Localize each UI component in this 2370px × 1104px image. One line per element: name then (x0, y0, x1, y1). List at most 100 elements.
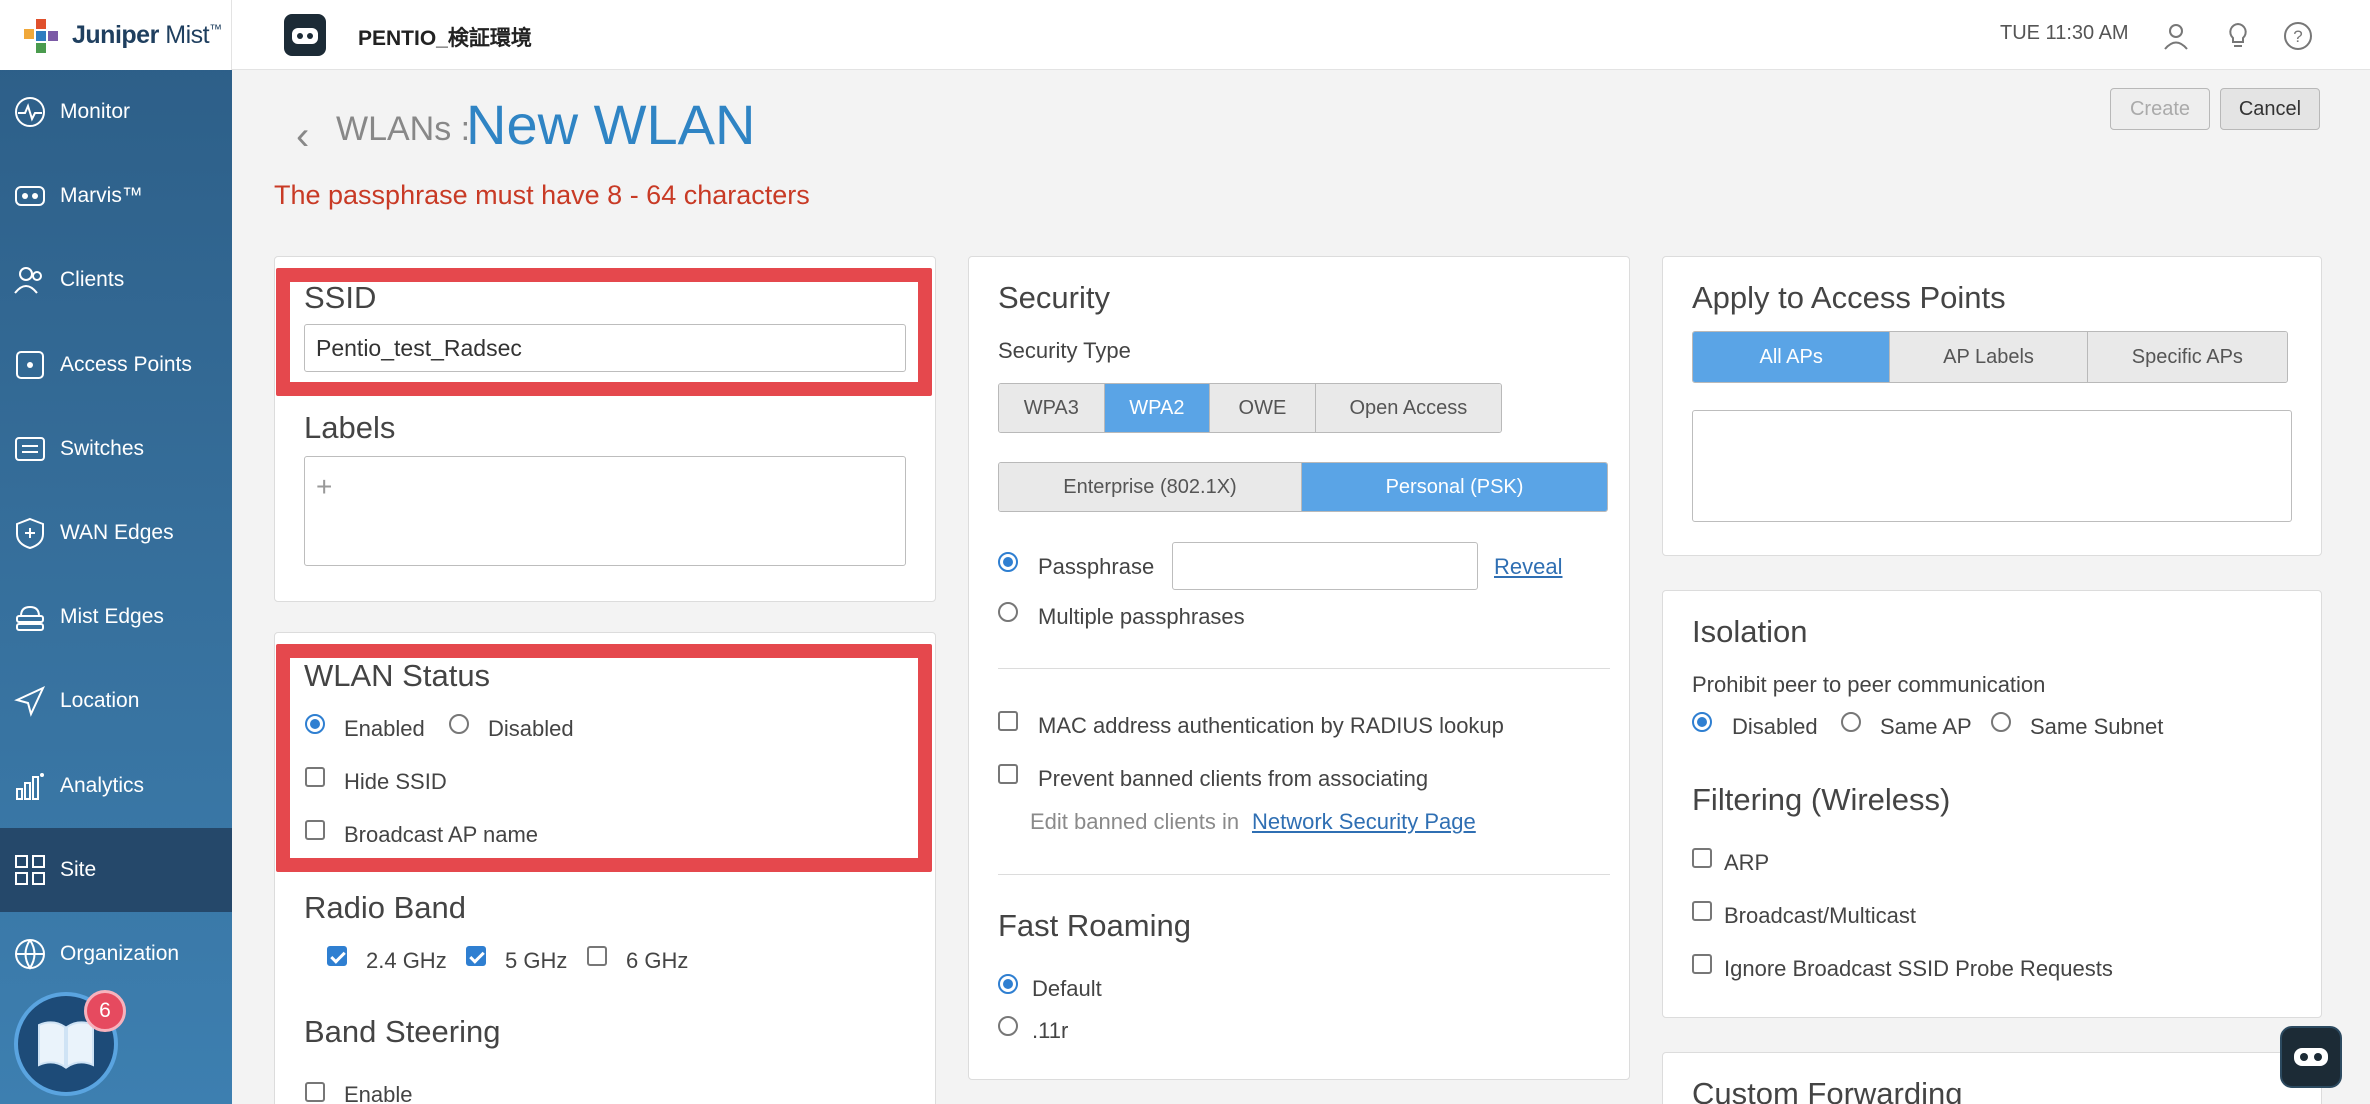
filter-bcast-label: Broadcast/Multicast (1724, 903, 1916, 928)
filter-arp-label: ARP (1724, 850, 1770, 875)
nav-item-label: Access Points (60, 352, 192, 376)
back-chevron-icon[interactable]: ‹ (296, 114, 309, 159)
site-name[interactable]: PENTIO_検証環境 (358, 22, 532, 52)
nav-item-analytics[interactable]: Analytics (0, 744, 232, 828)
passphrase-label: Passphrase (1038, 554, 1155, 579)
roaming-11r-radio[interactable] (998, 1016, 1018, 1036)
isolation-same-subnet-radio[interactable] (1991, 712, 2011, 732)
security-type-owe[interactable]: OWE (1210, 384, 1316, 432)
status-enabled-label: Enabled (344, 716, 425, 741)
mode-enterprise[interactable]: Enterprise (802.1X) (999, 463, 1302, 511)
fast-roaming-heading: Fast Roaming (998, 908, 1191, 943)
nav-item-switches[interactable]: Switches (0, 407, 232, 491)
nav-item-label: Monitor (60, 100, 131, 123)
roaming-default-label: Default (1032, 976, 1102, 1001)
hide-ssid-checkbox[interactable] (305, 767, 325, 787)
ssid-input[interactable]: Pentio_test_Radsec (304, 324, 906, 372)
help-icon[interactable]: ? (2282, 20, 2314, 52)
sidebar: Juniper Mist™ Monitor Marvis™ Clients Acces… (0, 0, 232, 1104)
band-steering-heading: Band Steering (304, 1014, 501, 1049)
wan-edge-icon (10, 513, 50, 553)
add-label-icon[interactable]: + (316, 471, 332, 503)
band-6-checkbox[interactable] (587, 946, 607, 966)
breadcrumb[interactable]: WLANs : (336, 110, 470, 149)
mac-auth-checkbox[interactable] (998, 711, 1018, 731)
lightbulb-icon[interactable] (2222, 20, 2254, 52)
band-24-label: 2.4 GHz (366, 948, 447, 973)
nav-item-label: Location (60, 689, 140, 713)
apply-specific-aps[interactable]: Specific APs (2087, 332, 2287, 382)
radio-band-heading: Radio Band (304, 890, 467, 925)
nav-item-clients[interactable]: Clients (0, 238, 232, 322)
clock: TUE 11:30 AM (2000, 22, 2129, 44)
passphrase-radio[interactable] (998, 552, 1018, 572)
security-type-wpa3[interactable]: WPA3 (999, 384, 1105, 432)
nav-item-access-points[interactable]: Access Points (0, 323, 232, 407)
nav-item-organization[interactable]: Organization (0, 912, 232, 996)
apply-ap-labels[interactable]: AP Labels (1890, 332, 2088, 382)
labels-input[interactable]: + (304, 456, 906, 566)
mist-edge-icon (10, 597, 50, 637)
notification-badge[interactable]: 6 (84, 990, 126, 1032)
apply-all-aps[interactable]: All APs (1693, 332, 1891, 382)
nav-item-site[interactable]: Site (0, 827, 232, 912)
nav-item-marvis[interactable]: Marvis™ (0, 154, 232, 238)
prevent-banned-label: Prevent banned clients from associating (1038, 766, 1429, 791)
filter-arp-checkbox[interactable] (1692, 848, 1712, 868)
nav-item-wan-edges[interactable]: WAN Edges (0, 491, 232, 575)
security-heading: Security (998, 280, 1110, 315)
nav-item-label: Site (60, 857, 97, 881)
edit-banned-text: Edit banned clients in (1030, 809, 1240, 834)
roaming-default-radio[interactable] (998, 974, 1018, 994)
filter-probe-checkbox[interactable] (1692, 954, 1712, 974)
filter-bcast-checkbox[interactable] (1692, 901, 1712, 921)
broadcast-ap-name-label: Broadcast AP name (344, 822, 539, 847)
nav-item-location[interactable]: Location (0, 659, 232, 743)
status-enabled-radio[interactable] (305, 714, 325, 734)
security-type-wpa2[interactable]: WPA2 (1104, 384, 1211, 432)
clients-icon (10, 260, 50, 300)
band-5-checkbox[interactable] (466, 946, 486, 966)
band-5-label: 5 GHz (505, 948, 568, 973)
apply-selector: All APs AP Labels Specific APs (1692, 331, 2288, 383)
marvis-bot-icon[interactable] (284, 14, 326, 56)
apply-heading: Apply to Access Points (1692, 280, 2006, 315)
status-disabled-label: Disabled (488, 716, 574, 741)
isolation-same-ap-label: Same AP (1880, 714, 1972, 739)
brand-name: Juniper Mist™ (72, 20, 222, 49)
mode-personal[interactable]: Personal (PSK) (1302, 463, 1607, 511)
isolation-same-ap-radio[interactable] (1841, 712, 1861, 732)
ssid-heading: SSID (304, 280, 377, 315)
user-icon[interactable] (2160, 20, 2192, 52)
status-disabled-radio[interactable] (449, 714, 469, 734)
passphrase-input[interactable] (1172, 542, 1478, 590)
create-button[interactable]: Create (2110, 88, 2210, 130)
nav-item-label: Switches (60, 436, 145, 460)
reveal-link[interactable]: Reveal (1494, 554, 1562, 580)
band-steering-label: Enable (344, 1082, 413, 1104)
isolation-disabled-radio[interactable] (1692, 712, 1712, 732)
band-steering-checkbox[interactable] (305, 1082, 325, 1102)
nav-item-monitor[interactable]: Monitor (0, 70, 232, 154)
nav-item-label: Clients (60, 268, 125, 292)
cancel-button[interactable]: Cancel (2220, 88, 2320, 130)
site-icon (10, 850, 50, 890)
broadcast-ap-name-checkbox[interactable] (305, 820, 325, 840)
security-type-open[interactable]: Open Access (1315, 384, 1501, 432)
juniper-logo-icon (22, 15, 62, 55)
marvis-chat-icon[interactable] (2280, 1026, 2342, 1088)
prevent-banned-checkbox[interactable] (998, 764, 1018, 784)
apply-ap-list[interactable] (1692, 410, 2292, 522)
brand-logo[interactable]: Juniper Mist™ (0, 0, 232, 70)
divider (998, 668, 1610, 669)
security-mode-selector: Enterprise (802.1X) Personal (PSK) (998, 462, 1608, 512)
switch-icon (10, 429, 50, 469)
nav-item-mist-edges[interactable]: Mist Edges (0, 575, 232, 659)
mac-auth-label: MAC address authentication by RADIUS loo… (1038, 713, 1504, 738)
organization-icon (10, 934, 50, 974)
band-24-checkbox[interactable] (327, 946, 347, 966)
network-security-link[interactable]: Network Security Page (1252, 809, 1476, 835)
nav-item-label: Analytics (60, 773, 145, 797)
multiple-passphrases-radio[interactable] (998, 602, 1018, 622)
access-point-icon (10, 345, 50, 385)
